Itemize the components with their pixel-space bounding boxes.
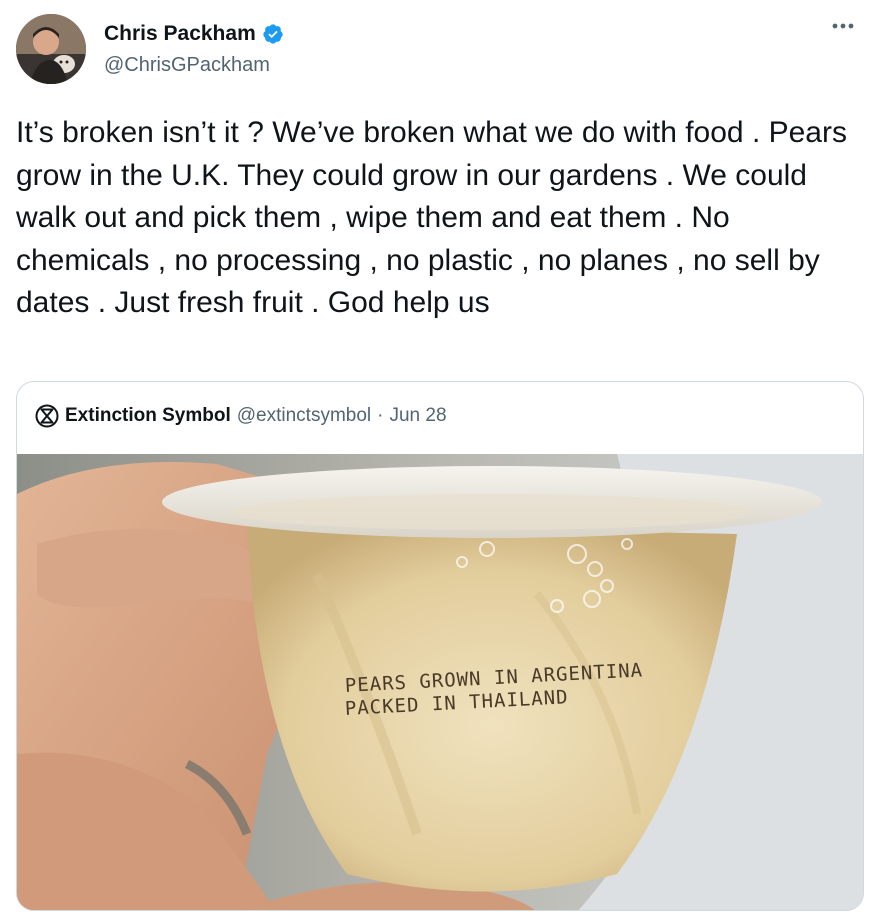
quoted-separator: ·: [377, 405, 384, 426]
quoted-tweet-header: Extinction Symbol @extinctsymbol · Jun 2…: [35, 404, 447, 428]
quoted-display-name[interactable]: Extinction Symbol: [65, 405, 231, 427]
author-display-name[interactable]: Chris Packham: [104, 22, 256, 46]
avatar-image: [16, 14, 86, 84]
avatar[interactable]: [16, 14, 86, 84]
author-handle[interactable]: @ChrisGPackham: [104, 54, 270, 77]
quoted-tweet-card[interactable]: Extinction Symbol @extinctsymbol · Jun 2…: [16, 381, 864, 911]
author-name-row: Chris Packham: [104, 22, 284, 46]
quoted-tweet-photo[interactable]: PEARS GROWN IN ARGENTINA PACKED IN THAIL…: [17, 454, 863, 910]
verified-badge-icon: [263, 24, 283, 44]
extinction-symbol-icon: [35, 404, 59, 428]
tweet-text: It’s broken isn’t it ? We’ve broken what…: [16, 116, 856, 319]
pear-cup-photo: PEARS GROWN IN ARGENTINA PACKED IN THAIL…: [17, 454, 863, 910]
quoted-date[interactable]: Jun 28: [389, 405, 446, 427]
quoted-handle[interactable]: @extinctsymbol: [237, 405, 371, 427]
more-horizontal-icon[interactable]: [828, 14, 858, 38]
